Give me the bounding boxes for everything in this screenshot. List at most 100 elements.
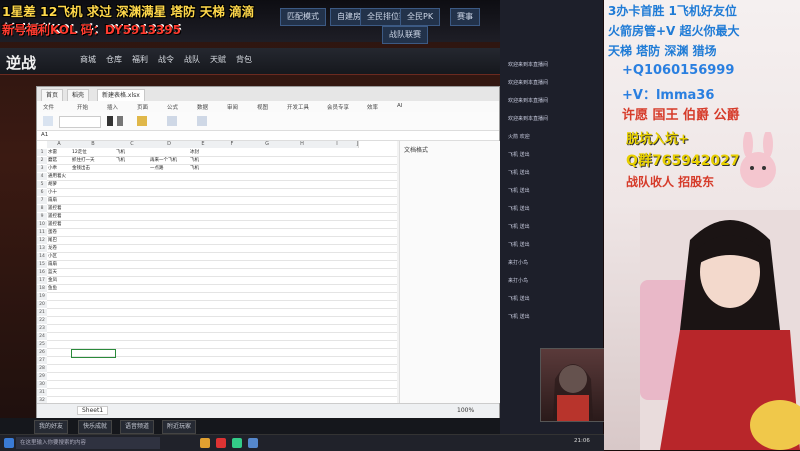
- row-header[interactable]: 13: [37, 245, 47, 252]
- table-cell[interactable]: 扇扇: [48, 197, 70, 204]
- row-header[interactable]: 18: [37, 285, 47, 292]
- row-header[interactable]: 23: [37, 325, 47, 332]
- paste-icon[interactable]: [43, 116, 53, 126]
- table-cell[interactable]: 小区: [48, 253, 70, 260]
- wps-icon[interactable]: [232, 438, 242, 448]
- row-header[interactable]: 17: [37, 277, 47, 284]
- row-header[interactable]: 1: [37, 149, 47, 156]
- row-header[interactable]: 4: [37, 173, 47, 180]
- tab-home[interactable]: 首页: [41, 89, 64, 101]
- file-explorer-icon[interactable]: [200, 438, 210, 448]
- menu-devtools[interactable]: 开发工具: [287, 103, 309, 111]
- table-cell[interactable]: 尾巴: [48, 237, 70, 244]
- nav-talent[interactable]: 天赋: [210, 54, 226, 65]
- column-header[interactable]: I: [317, 141, 358, 148]
- row-header[interactable]: 19: [37, 293, 47, 300]
- column-header[interactable]: B: [71, 141, 116, 148]
- row-header[interactable]: 31: [37, 389, 47, 396]
- row-header[interactable]: 15: [37, 261, 47, 268]
- row-header[interactable]: 26: [37, 349, 47, 356]
- column-header[interactable]: H: [287, 141, 318, 148]
- tab-docer[interactable]: 稻壳: [67, 89, 90, 101]
- table-cell[interactable]: 冰封: [190, 149, 216, 156]
- row-header[interactable]: 9: [37, 213, 47, 220]
- table-cell[interactable]: 小乖: [48, 165, 70, 172]
- row-header[interactable]: 22: [37, 317, 47, 324]
- table-cell[interactable]: 飞机: [116, 157, 148, 164]
- table-cell[interactable]: 蛋卷: [48, 229, 70, 236]
- fill-color-icon[interactable]: [137, 116, 147, 126]
- italic-icon[interactable]: [117, 116, 123, 126]
- nearby-players-button[interactable]: 附近玩家: [162, 420, 197, 434]
- browser-icon[interactable]: [248, 438, 258, 448]
- row-header[interactable]: 12: [37, 237, 47, 244]
- menu-page[interactable]: 页面: [137, 103, 148, 111]
- table-cell[interactable]: 抓住打一天: [72, 157, 114, 164]
- sheet-tab[interactable]: Sheet1: [77, 406, 109, 415]
- row-header[interactable]: 30: [37, 381, 47, 388]
- voice-channel-button[interactable]: 语音频道: [120, 420, 155, 434]
- cell-reference[interactable]: A1: [41, 132, 48, 138]
- tab-workbook[interactable]: 新建表格.xlsx: [97, 89, 145, 101]
- table-cell[interactable]: 龙卷: [48, 245, 70, 252]
- menu-file[interactable]: 文件: [43, 103, 54, 111]
- row-header[interactable]: 28: [37, 365, 47, 372]
- row-header[interactable]: 11: [37, 229, 47, 236]
- menu-home[interactable]: 开始: [77, 103, 88, 111]
- table-cell[interactable]: 通用着火: [48, 173, 70, 180]
- row-header[interactable]: 27: [37, 357, 47, 364]
- column-header[interactable]: E: [189, 141, 218, 148]
- row-header[interactable]: 6: [37, 189, 47, 196]
- menu-view[interactable]: 视图: [257, 103, 268, 111]
- menu-ai[interactable]: AI: [397, 103, 402, 109]
- table-cell[interactable]: 小十: [48, 189, 70, 196]
- table-cell[interactable]: 胡萝: [48, 181, 70, 188]
- menu-formula[interactable]: 公式: [167, 103, 178, 111]
- nav-battlepass[interactable]: 战令: [158, 54, 174, 65]
- table-cell[interactable]: 金凤: [48, 277, 70, 284]
- row-header[interactable]: 21: [37, 309, 47, 316]
- row-header[interactable]: 5: [37, 181, 47, 188]
- row-header[interactable]: 7: [37, 197, 47, 204]
- table-cell[interactable]: 蓝天: [48, 269, 70, 276]
- table-cell[interactable]: 再来一个飞机: [150, 157, 188, 164]
- menu-insert[interactable]: 插入: [107, 103, 118, 111]
- row-header[interactable]: 3: [37, 165, 47, 172]
- table-cell[interactable]: 飞机: [116, 149, 148, 156]
- table-cell[interactable]: 一点路: [150, 165, 188, 172]
- zoom-level[interactable]: 100%: [457, 407, 474, 414]
- table-cell[interactable]: 遥控着: [48, 221, 70, 228]
- table-cell[interactable]: 蘑菇: [48, 157, 70, 164]
- taskbar-search-input[interactable]: 在这里输入你要搜索的内容: [16, 437, 160, 449]
- nav-bag[interactable]: 背包: [236, 54, 252, 65]
- menu-member[interactable]: 会员专享: [327, 103, 349, 111]
- row-header[interactable]: 14: [37, 253, 47, 260]
- table-cell[interactable]: 12走位: [72, 149, 114, 156]
- friends-button[interactable]: 我的好友: [34, 420, 69, 434]
- align-icon[interactable]: [167, 116, 177, 126]
- nav-team[interactable]: 战队: [184, 54, 200, 65]
- table-cell[interactable]: 金钱出击: [72, 165, 114, 172]
- column-header[interactable]: A: [47, 141, 72, 148]
- table-cell[interactable]: 鱼鱼: [48, 285, 70, 292]
- merge-icon[interactable]: [197, 116, 207, 126]
- nav-welfare[interactable]: 福利: [132, 54, 148, 65]
- game-app-icon[interactable]: [216, 438, 226, 448]
- row-header[interactable]: 8: [37, 205, 47, 212]
- table-cell[interactable]: 遥控着: [48, 213, 70, 220]
- column-header[interactable]: G: [247, 141, 288, 148]
- table-cell[interactable]: 飞机: [190, 157, 216, 164]
- table-cell[interactable]: 遥控着: [48, 205, 70, 212]
- menu-efficiency[interactable]: 效率: [367, 103, 378, 111]
- font-select[interactable]: [59, 116, 101, 128]
- row-header[interactable]: 16: [37, 269, 47, 276]
- nav-shop[interactable]: 商城: [80, 54, 96, 65]
- spreadsheet-grid[interactable]: A B C D E F G H I J 1 水雷 12走位 飞机 冰封 2 蘑菇 抓住打一天 飞机 再来一个飞机 飞机 3…: [37, 141, 397, 403]
- tab-match[interactable]: 匹配模式: [280, 8, 326, 26]
- row-header[interactable]: 10: [37, 221, 47, 228]
- row-header[interactable]: 25: [37, 341, 47, 348]
- column-header[interactable]: D: [149, 141, 190, 148]
- table-cell[interactable]: 扇扇: [48, 261, 70, 268]
- tab-team-league[interactable]: 战队联赛: [382, 26, 428, 44]
- row-header[interactable]: 2: [37, 157, 47, 164]
